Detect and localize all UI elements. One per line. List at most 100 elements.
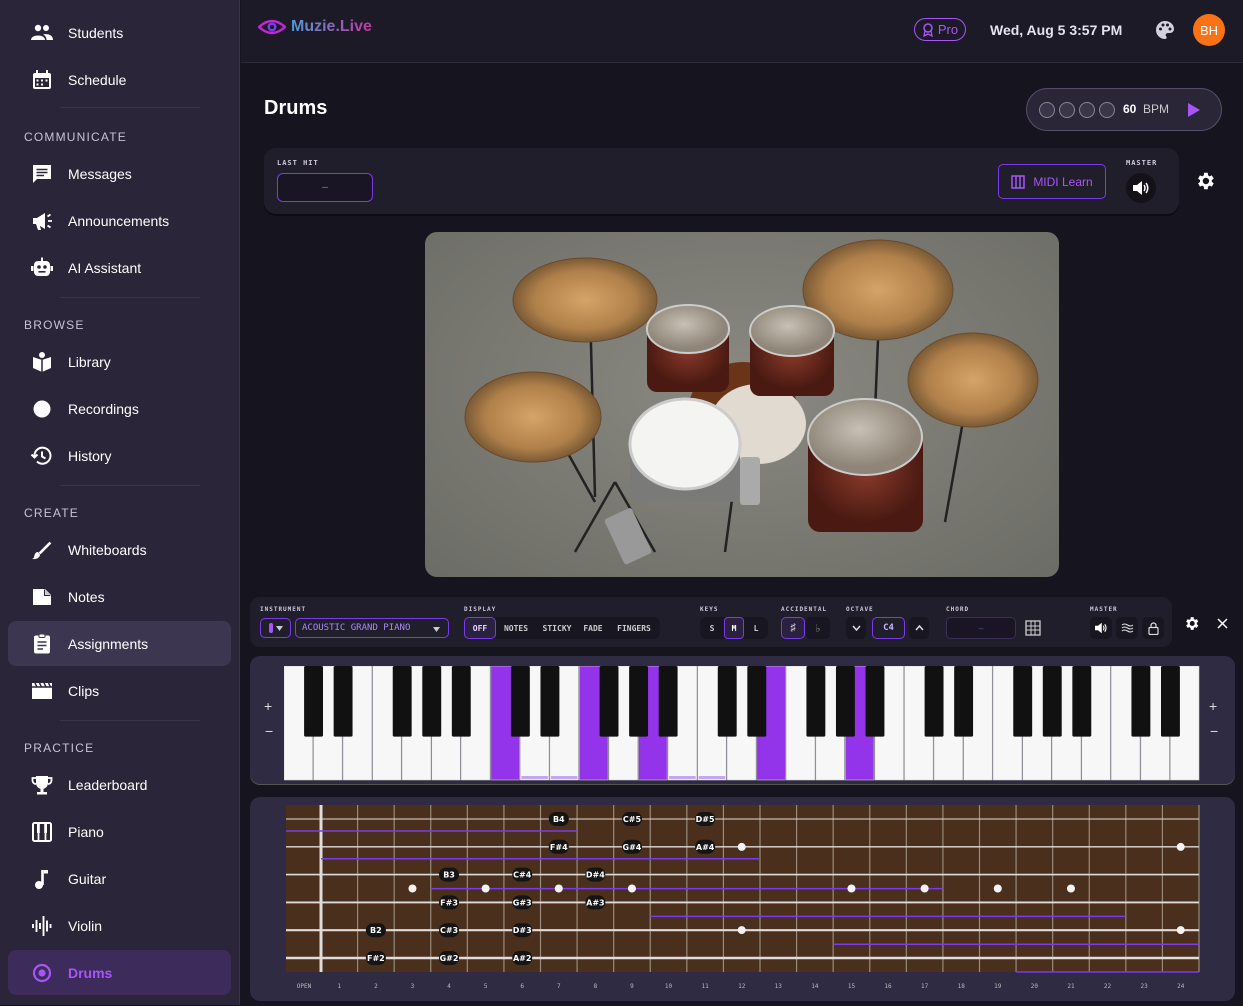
sidebar-item-label: AI Assistant xyxy=(68,259,142,276)
sidebar-item-notes[interactable]: Notes xyxy=(8,574,231,619)
sidebar-item-label: Guitar xyxy=(68,870,107,887)
chord-value: – xyxy=(978,623,984,633)
sidebar-item-recordings[interactable]: Recordings xyxy=(8,386,231,431)
fret-inlay-dot xyxy=(1066,884,1075,893)
chord-grid-icon[interactable] xyxy=(1025,620,1041,636)
piano-black-key[interactable] xyxy=(747,666,767,737)
piano-settings-gear-icon[interactable] xyxy=(1183,615,1200,632)
piano-black-key[interactable] xyxy=(806,666,826,737)
piano-black-key[interactable] xyxy=(510,666,530,737)
bpm-value[interactable]: 60 xyxy=(1123,102,1136,116)
keyboard-zoom-in-right[interactable]: + xyxy=(1209,698,1217,714)
keyboard-zoom-in-left[interactable]: + xyxy=(264,698,272,714)
piano-black-key[interactable] xyxy=(717,666,737,737)
beat-indicator xyxy=(1059,102,1075,118)
master-volume-button[interactable] xyxy=(1126,173,1156,203)
sidebar-item-drums[interactable]: Drums xyxy=(8,950,231,995)
logo[interactable]: Muzie.Live xyxy=(258,18,372,36)
display-option-sticky[interactable]: STICKY xyxy=(536,617,578,639)
key-highlight-bar xyxy=(669,776,696,779)
fret-inlay-dot xyxy=(847,884,856,893)
palette-icon[interactable] xyxy=(1155,20,1175,40)
keyboard-zoom-out-left[interactable]: − xyxy=(265,723,273,739)
sidebar-item-label: Violin xyxy=(68,917,102,934)
piano-black-key[interactable] xyxy=(333,666,353,737)
sidebar-item-piano[interactable]: Piano xyxy=(8,809,231,854)
piano-black-key[interactable] xyxy=(304,666,324,737)
settings-gear-icon[interactable] xyxy=(1194,170,1216,192)
sidebar-item-library[interactable]: Library xyxy=(8,339,231,384)
sidebar-item-announcements[interactable]: Announcements xyxy=(8,198,231,243)
piano-black-key[interactable] xyxy=(1072,666,1092,737)
keyboard-zoom-out-right[interactable]: − xyxy=(1210,723,1218,739)
sidebar-item-ai-assistant[interactable]: AI Assistant xyxy=(8,245,231,290)
sidebar-item-clips[interactable]: Clips xyxy=(8,668,231,713)
fret-inlay-dot xyxy=(1176,842,1185,851)
sidebar-item-guitar[interactable]: Guitar xyxy=(8,856,231,901)
display-option-notes[interactable]: NOTES xyxy=(496,617,536,639)
avatar[interactable]: BH xyxy=(1193,14,1225,46)
instrument-select[interactable]: ACOUSTIC GRAND PIANO xyxy=(295,618,449,638)
sidebar-item-violin[interactable]: Violin xyxy=(8,903,231,948)
fret-number: 13 xyxy=(775,983,783,990)
sidebar-item-messages[interactable]: Messages xyxy=(8,151,231,196)
instrument-icon-select[interactable] xyxy=(260,618,291,638)
piano-black-key[interactable] xyxy=(629,666,649,737)
piano-black-key[interactable] xyxy=(1131,666,1151,737)
octave-down-button[interactable] xyxy=(846,617,866,639)
fret-number: 17 xyxy=(921,983,929,990)
waveform-icon xyxy=(30,914,54,938)
display-option-fade[interactable]: FADE xyxy=(578,617,608,639)
piano-black-key[interactable] xyxy=(1013,666,1033,737)
accidental-sharp-button[interactable]: ♯ xyxy=(781,617,805,639)
piano-keys[interactable] xyxy=(284,666,1200,781)
close-icon[interactable] xyxy=(1217,618,1228,629)
piano-black-key[interactable] xyxy=(599,666,619,737)
chord-display: – xyxy=(946,617,1016,639)
sidebar-item-leaderboard[interactable]: Leaderboard xyxy=(8,762,231,807)
accidental-flat-button[interactable]: ♭ xyxy=(806,617,830,639)
piano-black-key[interactable] xyxy=(422,666,442,737)
piano-volume-button[interactable] xyxy=(1090,617,1112,639)
piano-black-key[interactable] xyxy=(1160,666,1180,737)
octave-value: C4 xyxy=(883,623,894,633)
sidebar-item-schedule[interactable]: Schedule xyxy=(8,57,231,102)
fret-inlay-dot xyxy=(920,884,929,893)
sidebar-item-whiteboards[interactable]: Whiteboards xyxy=(8,527,231,572)
piano-black-key[interactable] xyxy=(658,666,678,737)
display-option-off[interactable]: OFF xyxy=(464,617,496,639)
sidebar-item-students[interactable]: Students xyxy=(8,10,231,55)
lock-button[interactable] xyxy=(1142,617,1164,639)
octave-up-button[interactable] xyxy=(909,617,929,639)
drum-icon xyxy=(30,961,54,985)
sidebar-section-label: BROWSE xyxy=(24,318,85,332)
display-option-fingers[interactable]: FINGERS xyxy=(608,617,660,639)
key-size-l[interactable]: L xyxy=(746,617,766,639)
sidebar-item-label: Schedule xyxy=(68,71,127,88)
pro-badge[interactable]: Pro xyxy=(914,18,966,41)
piano-black-key[interactable] xyxy=(540,666,560,737)
fretboard[interactable]: B4 C#5 D#5 F#4 G#4 A#4 B3 C#4 D#4 F#3 G#3 A#3 B2 C#3 D… xyxy=(250,797,1235,1001)
key-size-s[interactable]: S xyxy=(702,617,722,639)
piano-black-key[interactable] xyxy=(835,666,855,737)
piano-black-key[interactable] xyxy=(1042,666,1062,737)
fret-number: 3 xyxy=(411,983,415,990)
sidebar-item-history[interactable]: History xyxy=(8,433,231,478)
piano-black-key[interactable] xyxy=(865,666,885,737)
midi-learn-button[interactable]: MIDI Learn xyxy=(998,164,1106,199)
instrument-value: ACOUSTIC GRAND PIANO xyxy=(302,623,411,633)
piano-black-key[interactable] xyxy=(451,666,471,737)
brush-icon xyxy=(30,538,54,562)
drum-kit-image[interactable] xyxy=(425,232,1059,577)
fret-number: OPEN xyxy=(297,983,312,990)
sidebar-divider xyxy=(60,720,200,721)
piano-black-key[interactable] xyxy=(924,666,944,737)
piano-black-key[interactable] xyxy=(392,666,412,737)
key-size-options: SML xyxy=(700,617,768,639)
key-size-m[interactable]: M xyxy=(724,617,744,639)
play-icon[interactable] xyxy=(1187,102,1201,118)
sidebar-item-assignments[interactable]: Assignments xyxy=(8,621,231,666)
sidebar: Students Schedule COMMUNICATE Messages Annou… xyxy=(0,0,240,1005)
reverb-button[interactable] xyxy=(1116,617,1138,639)
piano-black-key[interactable] xyxy=(954,666,974,737)
